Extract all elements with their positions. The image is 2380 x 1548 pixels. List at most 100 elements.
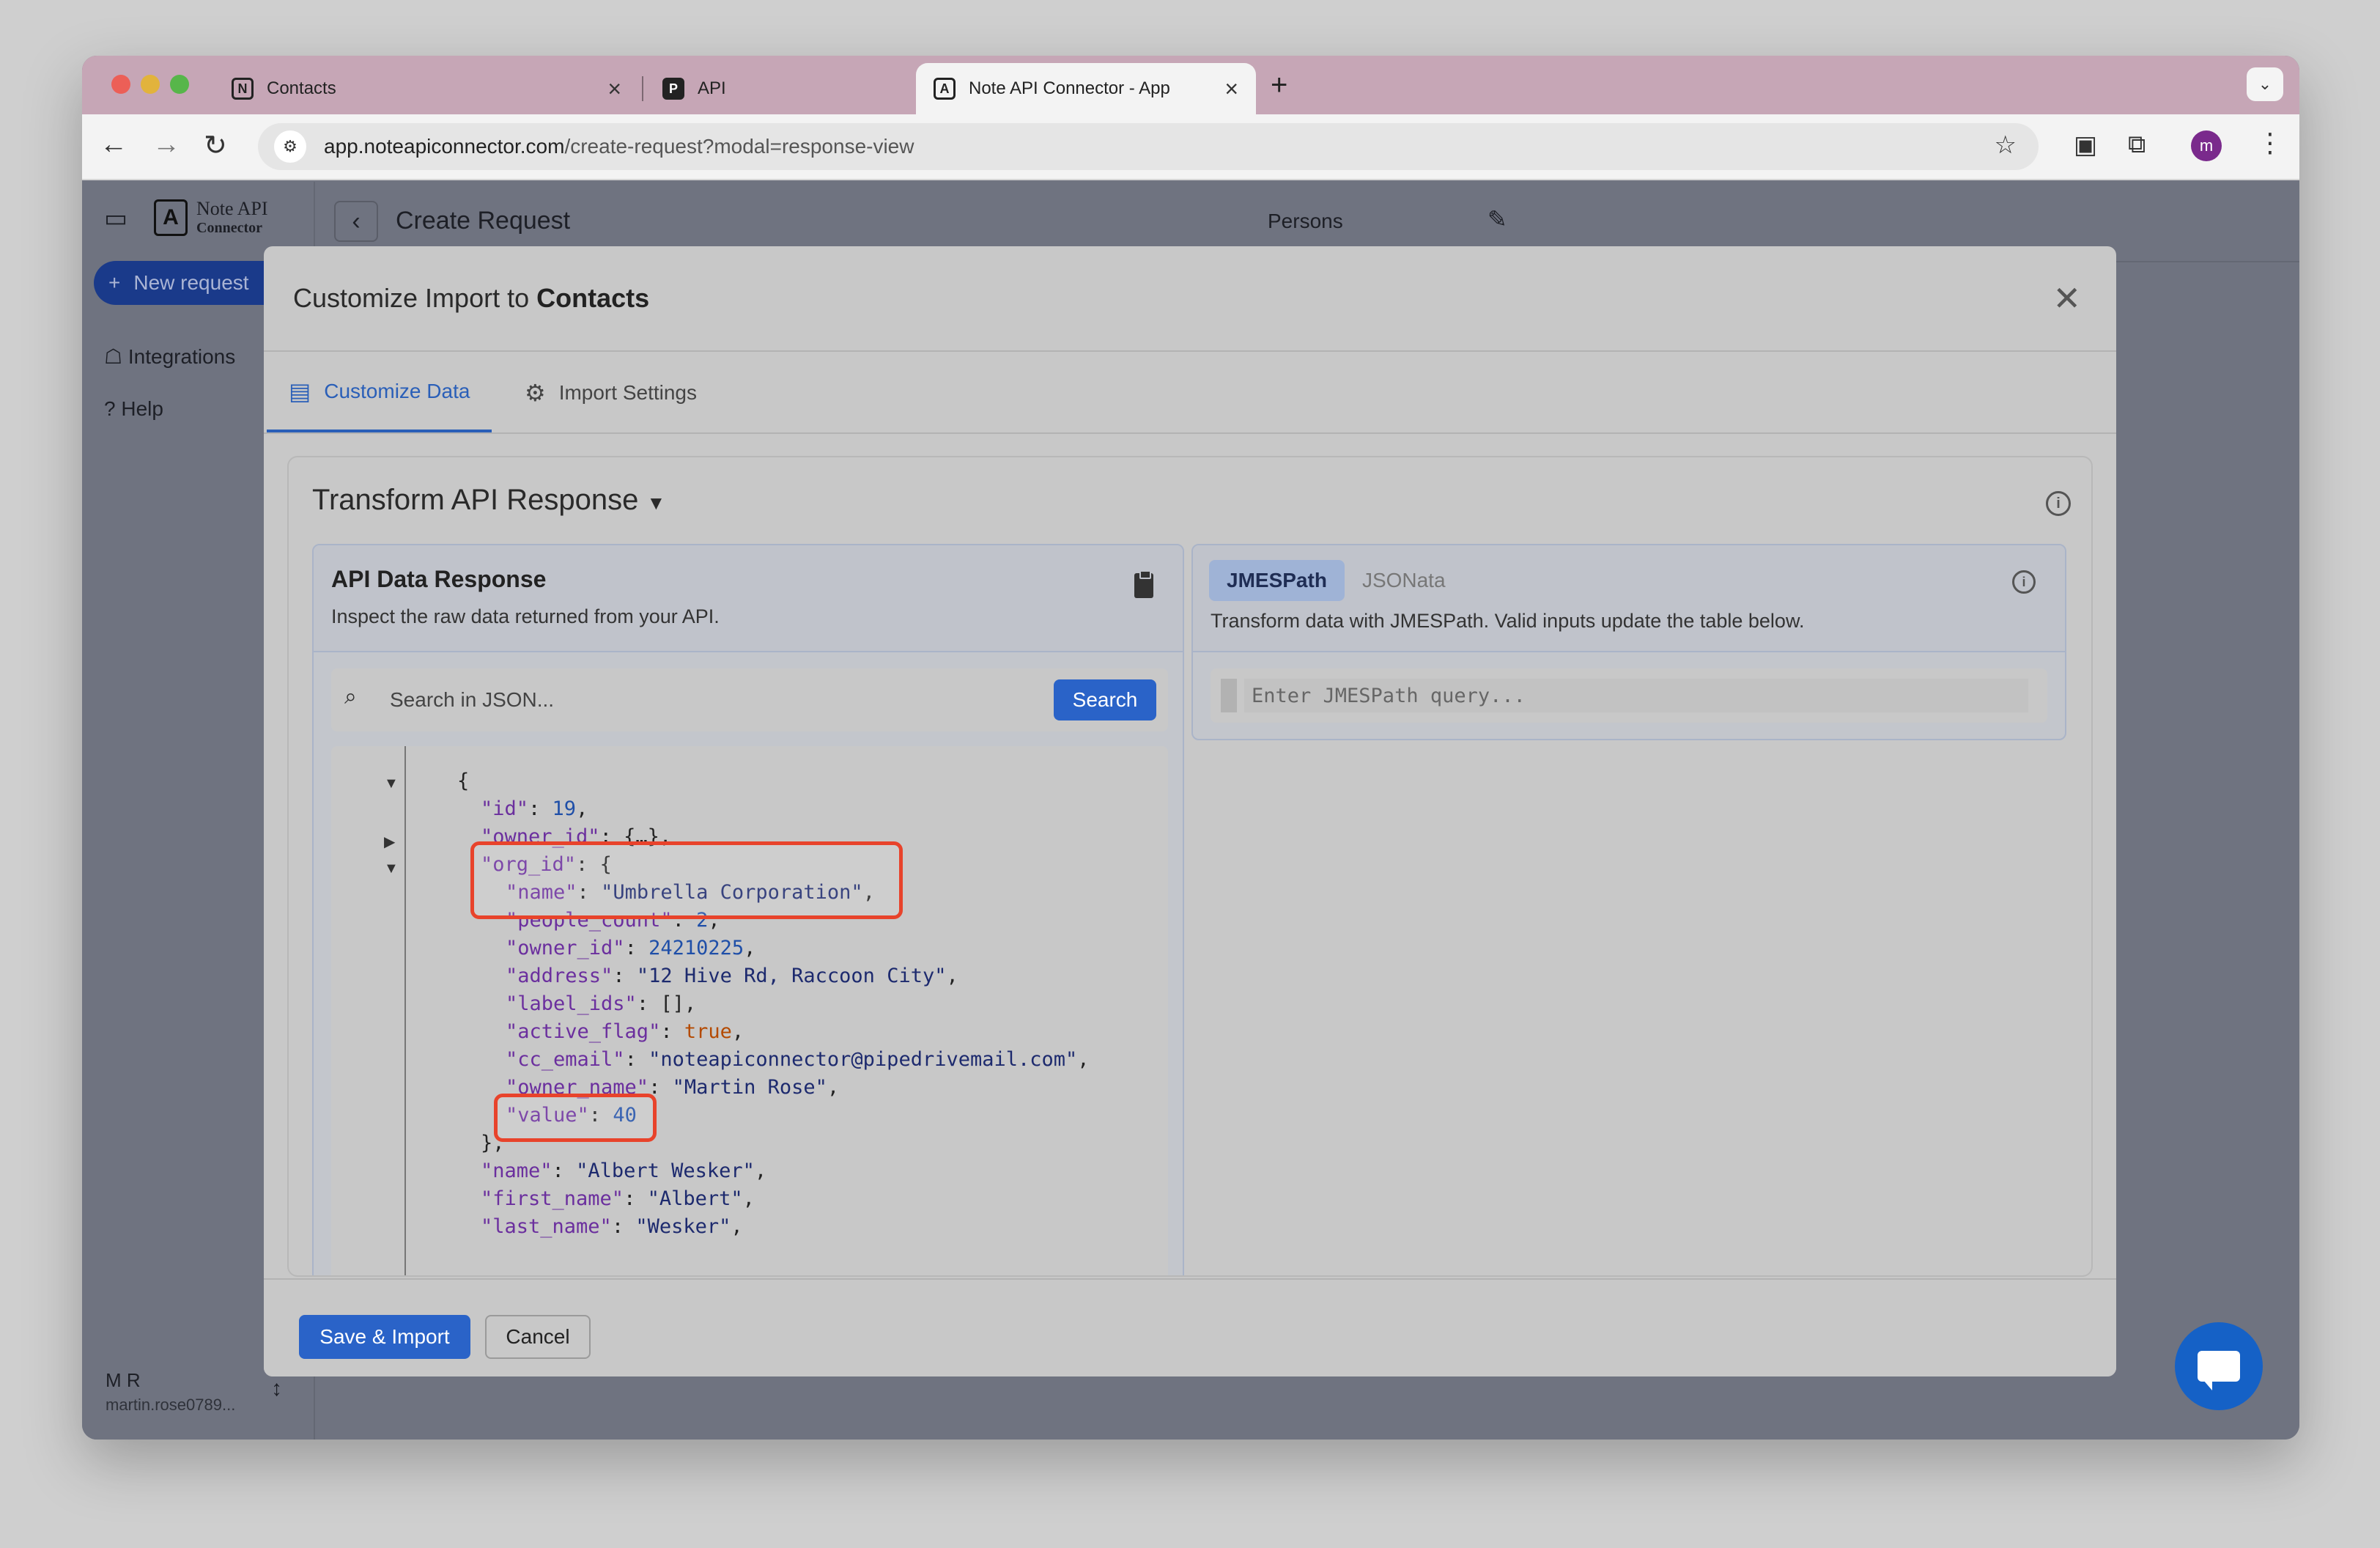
back-button[interactable]: ← <box>100 129 128 161</box>
json-line: "name": "Albert Wesker", <box>481 1160 767 1182</box>
browser-tab-note-api-connector[interactable]: A Note API Connector - App × <box>916 63 1256 114</box>
save-import-button[interactable]: Save & Import <box>299 1315 470 1359</box>
edit-pencil-icon[interactable]: ✎ <box>1488 205 1507 233</box>
modal-header: Customize Import to Contacts ✕ <box>264 246 2116 352</box>
highlight-value <box>494 1094 657 1142</box>
sidebar-item-help[interactable]: ? Help <box>104 397 163 421</box>
collapse-arrow-icon[interactable]: ▼ <box>384 775 399 792</box>
tab-search-button[interactable]: ⌄ <box>2247 67 2283 101</box>
panel-header: JMESPath JSONata i Transform data with J… <box>1193 545 2065 652</box>
section-title[interactable]: Transform API Response ▼ <box>312 484 665 517</box>
panel-subtitle: Inspect the raw data returned from your … <box>331 605 720 627</box>
browser-toolbar: ← → ↻ ⚙ app.noteapiconnector.com/create-… <box>82 114 2299 180</box>
query-language-toggle: JMESPath JSONata <box>1209 560 1463 601</box>
panel-subtitle: Transform data with JMESPath. Valid inpu… <box>1211 610 1805 632</box>
query-editor <box>1211 668 2047 723</box>
json-line: "cc_email": "noteapiconnector@pipedrivem… <box>506 1048 1090 1071</box>
site-settings-icon[interactable]: ⚙ <box>274 130 306 163</box>
plus-icon: + <box>108 271 121 294</box>
customize-import-modal: Customize Import to Contacts ✕ ▤ Customiz… <box>264 246 2116 1376</box>
tab-title: Contacts <box>267 78 336 98</box>
modal-tabs: ▤ Customize Data ⚙ Import Settings <box>264 353 2116 434</box>
caret-down-icon: ▼ <box>646 492 666 514</box>
close-icon[interactable]: × <box>607 75 621 103</box>
mode-jsonata[interactable]: JSONata <box>1345 560 1463 601</box>
help-icon: ? <box>104 397 116 420</box>
tab-import-settings[interactable]: ⚙ Import Settings <box>525 353 697 432</box>
json-line: "active_flag": true, <box>506 1020 744 1043</box>
json-line: "id": 19, <box>481 797 588 820</box>
sidebar-toggle-icon[interactable]: ▭ <box>104 204 128 233</box>
json-line: { <box>457 770 470 792</box>
forward-button[interactable]: → <box>152 129 180 161</box>
tab-label: Import Settings <box>558 381 697 404</box>
json-line: "label_ids": [], <box>506 992 697 1015</box>
browser-menu-icon[interactable]: ⋮ <box>2257 128 2283 158</box>
cancel-button[interactable]: Cancel <box>485 1315 591 1359</box>
back-chevron-button[interactable]: ‹ <box>334 201 378 242</box>
tab-label: Customize Data <box>324 380 470 402</box>
bookmark-star-icon[interactable]: ☆ <box>1995 130 2017 160</box>
tab-customize-data[interactable]: ▤ Customize Data <box>267 353 492 432</box>
new-tab-button[interactable]: + <box>1271 69 1287 102</box>
close-icon[interactable]: × <box>1224 75 1238 103</box>
account-switcher-icon[interactable]: ↕ <box>271 1376 282 1401</box>
resource-name: Persons <box>1268 210 1343 232</box>
search-icon: ⌕ <box>344 685 357 709</box>
editor-gutter <box>1221 679 1237 712</box>
logo-icon: A <box>154 199 188 236</box>
integrations-icon: ☖ <box>104 345 123 368</box>
zoom-window-button[interactable] <box>170 75 189 94</box>
tab-title: Note API Connector - App <box>969 78 1170 98</box>
page-title: Create Request <box>396 207 571 235</box>
json-line: "owner_id": 24210225, <box>506 937 756 959</box>
search-button[interactable]: Search <box>1054 679 1156 720</box>
table-icon: ▤ <box>289 378 311 405</box>
info-icon[interactable]: i <box>2046 491 2071 516</box>
json-viewer[interactable]: ▼ ▶ ▼ { "id": 19, "owner_id": {…}, "org_… <box>331 746 1168 1275</box>
user-email: martin.rose0789... <box>106 1396 236 1414</box>
sidebar-item-label: Integrations <box>128 345 236 368</box>
close-window-button[interactable] <box>111 75 130 94</box>
notion-icon: N <box>232 78 254 100</box>
json-search-bar: ⌕ Search <box>331 668 1168 731</box>
logo-text-line2: Connector <box>196 220 262 236</box>
new-request-label: New request <box>133 271 249 294</box>
jmespath-query-input[interactable] <box>1244 679 2028 712</box>
json-line: "address": "12 Hive Rd, Raccoon City", <box>506 965 958 987</box>
tree-guide-line <box>404 746 406 1275</box>
profile-avatar[interactable]: m <box>2191 130 2222 161</box>
chat-support-button[interactable] <box>2175 1322 2263 1410</box>
modal-footer: Save & Import Cancel <box>264 1278 2116 1376</box>
info-icon[interactable]: i <box>2012 570 2036 594</box>
minimize-window-button[interactable] <box>141 75 160 94</box>
clipboard-icon[interactable] <box>1134 570 1153 598</box>
modal-close-icon[interactable]: ✕ <box>2052 279 2081 318</box>
chat-icon <box>2198 1351 2240 1390</box>
url-text: app.noteapiconnector.com/create-request?… <box>324 135 914 158</box>
collapse-arrow-icon[interactable]: ▼ <box>384 860 399 877</box>
sidebar-item-label: Help <box>121 397 163 420</box>
mode-jmespath[interactable]: JMESPath <box>1209 560 1345 601</box>
browser-tab-contacts[interactable]: N Contacts × <box>214 63 639 114</box>
transform-api-response-section: Transform API Response ▼ i API Data Resp… <box>287 456 2093 1277</box>
jmespath-panel: JMESPath JSONata i Transform data with J… <box>1191 544 2066 740</box>
json-search-input[interactable] <box>390 682 1035 718</box>
expand-arrow-icon[interactable]: ▶ <box>384 833 395 851</box>
json-line: "last_name": "Wesker", <box>481 1215 743 1238</box>
modal-title: Customize Import to Contacts <box>293 283 650 313</box>
user-initials: M R <box>106 1369 141 1391</box>
tab-strip: N Contacts × P API × A Note API Connecto… <box>82 56 2299 114</box>
address-bar[interactable]: ⚙ app.noteapiconnector.com/create-reques… <box>258 123 2039 170</box>
highlight-org-id-name <box>470 841 903 919</box>
extension-icon[interactable]: ▣ <box>2074 130 2097 160</box>
gear-icon: ⚙ <box>525 380 546 406</box>
api-data-response-panel: API Data Response Inspect the raw data r… <box>312 544 1184 1275</box>
panel-title: API Data Response <box>331 566 547 592</box>
puzzle-extensions-icon[interactable]: ⧉ <box>2128 130 2146 159</box>
chevron-down-icon: ⌄ <box>2258 75 2272 93</box>
reload-button[interactable]: ↻ <box>204 129 227 162</box>
sidebar-item-integrations[interactable]: ☖ Integrations <box>104 344 235 369</box>
json-line: "first_name": "Albert", <box>481 1187 755 1210</box>
tab-separator <box>642 76 643 101</box>
